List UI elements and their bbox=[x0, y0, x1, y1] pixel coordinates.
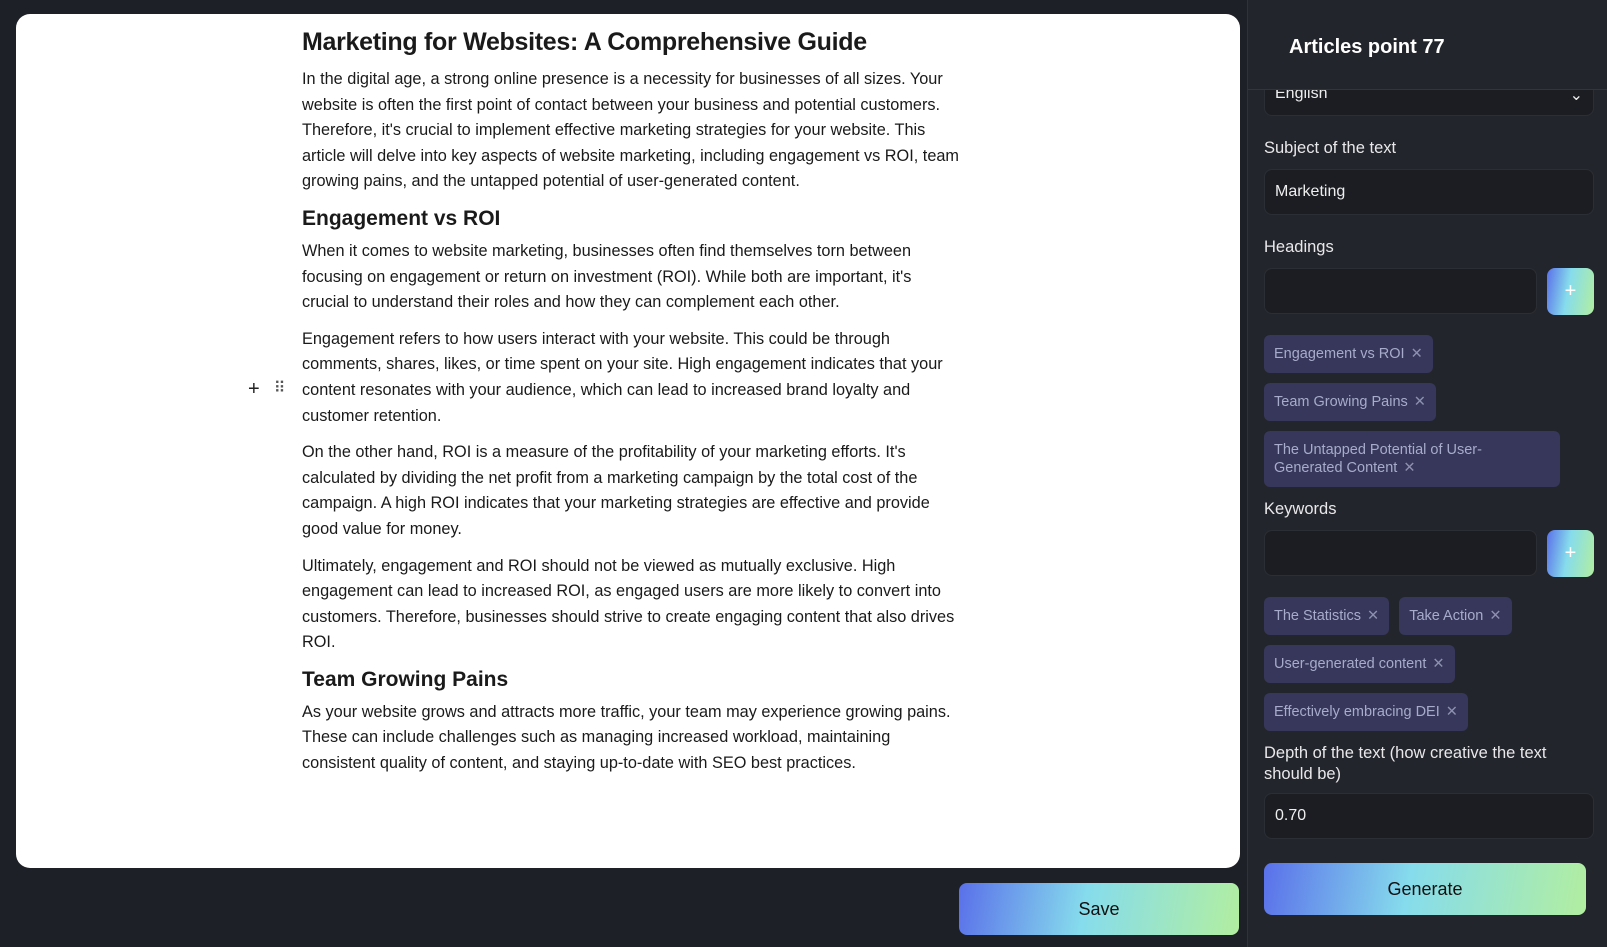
remove-icon[interactable]: ✕ bbox=[1489, 608, 1501, 624]
keywords-chips: The Statistics ✕ Take Action ✕ User-generate… bbox=[1264, 597, 1594, 731]
add-block-icon[interactable]: + bbox=[248, 378, 260, 401]
heading: Engagement vs ROI bbox=[302, 206, 501, 230]
paragraph: On the other hand, ROI is a measure of t… bbox=[302, 443, 930, 538]
remove-icon[interactable]: ✕ bbox=[1367, 608, 1379, 624]
sidebar-title: Articles point 77 bbox=[1248, 0, 1607, 90]
remove-icon[interactable]: ✕ bbox=[1446, 704, 1458, 720]
headings-label: Headings bbox=[1264, 238, 1334, 256]
chip-label: Engagement vs ROI bbox=[1274, 346, 1405, 362]
remove-icon[interactable]: ✕ bbox=[1414, 394, 1426, 410]
sidebar: Articles point 77 English ⌄ Subject of th… bbox=[1247, 0, 1607, 947]
paragraph: Ultimately, engagement and ROI should no… bbox=[302, 556, 955, 652]
document[interactable]: Marketing for Websites: A Comprehensive … bbox=[302, 28, 962, 788]
add-heading-button[interactable]: + bbox=[1547, 268, 1594, 315]
headings-chips: Engagement vs ROI ✕ Team Growing Pains ✕ The… bbox=[1264, 335, 1594, 487]
document-title: Marketing for Websites: A Comprehensive … bbox=[302, 28, 867, 56]
paragraph: In the digital age, a strong online pres… bbox=[302, 70, 959, 191]
chip-label: Take Action bbox=[1409, 608, 1484, 624]
keywords-input[interactable] bbox=[1264, 530, 1537, 576]
keyword-chip: Take Action ✕ bbox=[1399, 597, 1512, 635]
subject-label: Subject of the text bbox=[1264, 139, 1397, 157]
keywords-label: Keywords bbox=[1264, 500, 1337, 518]
add-keyword-button[interactable]: + bbox=[1547, 530, 1594, 577]
chip-label: The Untapped Potential of User-Generated… bbox=[1274, 442, 1482, 476]
depth-label: Depth of the text (how creative the text… bbox=[1264, 744, 1547, 783]
chip-label: Team Growing Pains bbox=[1274, 394, 1408, 410]
paragraph: When it comes to website marketing, busi… bbox=[302, 241, 912, 312]
heading: Team Growing Pains bbox=[302, 667, 509, 691]
heading-chip: Engagement vs ROI ✕ bbox=[1264, 335, 1433, 373]
headings-input[interactable] bbox=[1264, 268, 1537, 314]
chip-label: Effectively embracing DEI bbox=[1274, 704, 1440, 720]
heading-chip: Team Growing Pains ✕ bbox=[1264, 383, 1436, 421]
remove-icon[interactable]: ✕ bbox=[1411, 346, 1423, 362]
chip-label: The Statistics bbox=[1274, 608, 1362, 624]
generate-button[interactable]: Generate bbox=[1264, 863, 1586, 915]
keyword-chip: Effectively embracing DEI ✕ bbox=[1264, 693, 1468, 731]
subject-input[interactable]: Marketing bbox=[1264, 169, 1594, 215]
block-handles: + ⠿ bbox=[248, 378, 285, 401]
paragraph: As your website grows and attracts more … bbox=[302, 702, 951, 773]
drag-handle-icon[interactable]: ⠿ bbox=[274, 378, 286, 401]
depth-input[interactable]: 0.70 bbox=[1264, 793, 1594, 839]
save-button[interactable]: Save bbox=[959, 883, 1239, 935]
keyword-chip: The Statistics ✕ bbox=[1264, 597, 1390, 635]
editor-panel[interactable]: + ⠿ Marketing for Websites: A Comprehens… bbox=[16, 14, 1240, 868]
remove-icon[interactable]: ✕ bbox=[1432, 656, 1444, 672]
paragraph: Engagement refers to how users interact … bbox=[302, 329, 943, 425]
remove-icon[interactable]: ✕ bbox=[1403, 460, 1415, 476]
chip-label: User-generated content bbox=[1274, 656, 1427, 672]
heading-chip: The Untapped Potential of User-Generated… bbox=[1264, 431, 1560, 487]
keyword-chip: User-generated content ✕ bbox=[1264, 645, 1455, 683]
